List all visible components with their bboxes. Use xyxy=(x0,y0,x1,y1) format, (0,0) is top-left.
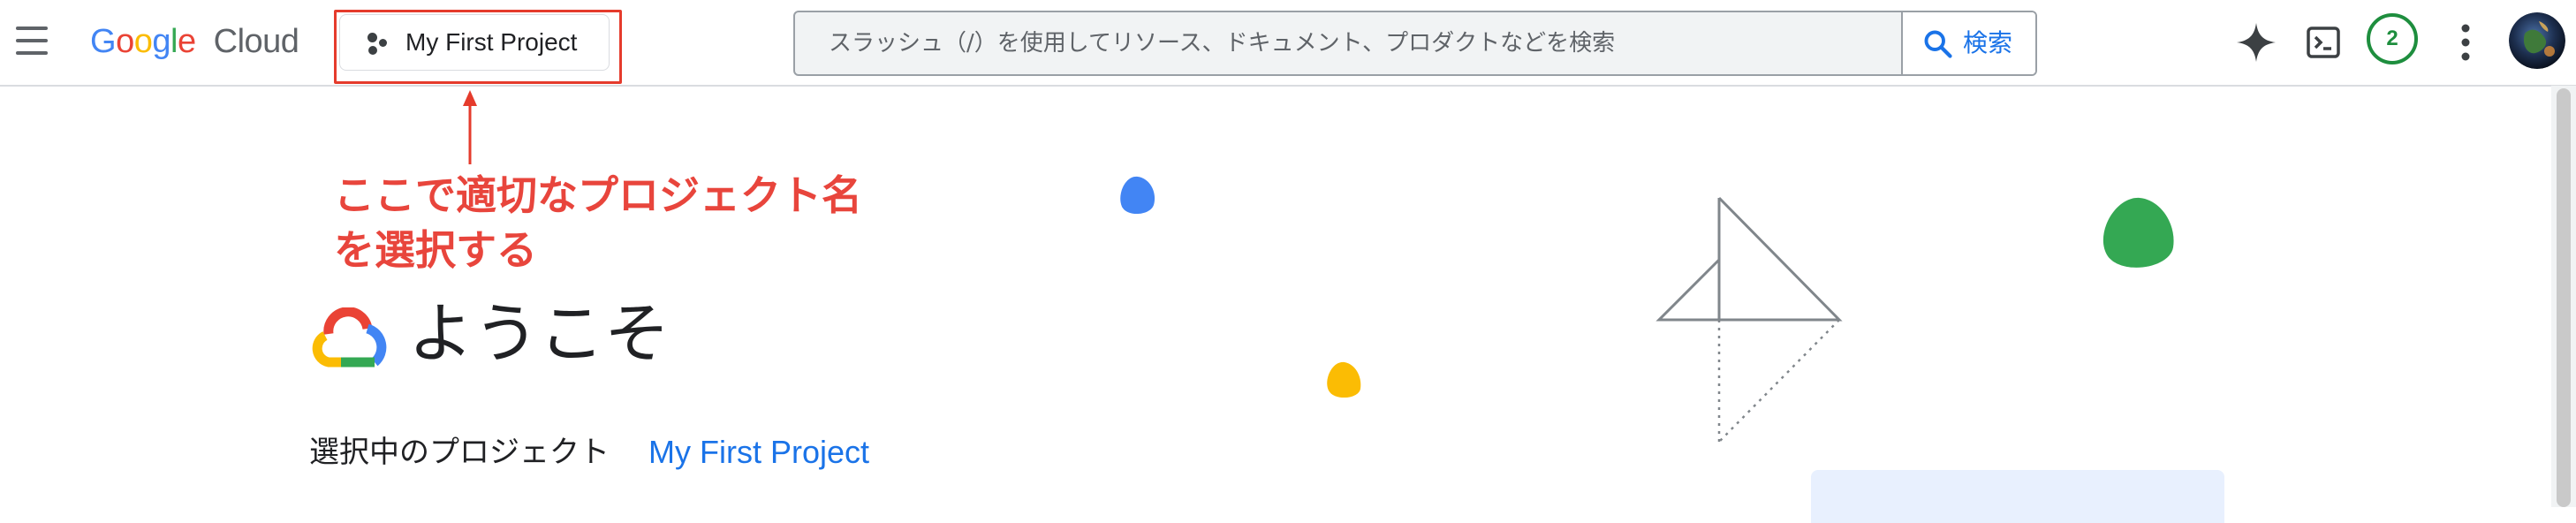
logo-letter: e xyxy=(177,23,196,60)
project-picker-button[interactable]: My First Project xyxy=(339,14,610,71)
logo-letter: o xyxy=(116,23,134,60)
logo-letter: o xyxy=(133,23,153,60)
project-picker-label: My First Project xyxy=(405,28,578,56)
logo-cloud-word: Cloud xyxy=(213,23,299,60)
cloud-shell-icon[interactable] xyxy=(2306,25,2341,60)
annotation-arrow-icon xyxy=(463,90,477,164)
more-vert-icon[interactable] xyxy=(2456,23,2475,62)
notification-count-badge[interactable]: 2 xyxy=(2367,13,2418,64)
gemini-sparkle-icon[interactable] xyxy=(2235,21,2277,64)
selected-project-label: 選択中のプロジェクト xyxy=(309,435,610,470)
google-cloud-logo-icon xyxy=(312,307,387,368)
decorative-blue-blob xyxy=(1120,176,1155,215)
logo-letter: G xyxy=(90,23,117,60)
annotation-line: ここで適切なプロジェクト名 xyxy=(334,171,862,219)
search-button[interactable]: 検索 xyxy=(1901,12,2035,74)
decorative-green-blob xyxy=(2102,197,2174,268)
selected-project-link[interactable]: My First Project xyxy=(648,431,869,474)
scrollbar-thumb[interactable] xyxy=(2557,88,2571,507)
welcome-title: ようこそ xyxy=(408,296,670,372)
annotation-note: ここで適切なプロジェクト名 を選択する xyxy=(334,168,988,277)
menu-icon[interactable] xyxy=(12,21,51,60)
user-avatar[interactable] xyxy=(2509,12,2565,69)
top-navigation-bar: Google Cloud My First Project 検索 xyxy=(0,0,2576,87)
search-icon xyxy=(1924,30,1952,58)
search-input[interactable] xyxy=(795,12,1827,74)
search-button-label: 検索 xyxy=(1963,28,2013,57)
google-cloud-logo[interactable]: Google Cloud xyxy=(90,19,299,64)
logo-letter: l xyxy=(170,23,178,60)
annotation-line: を選択する xyxy=(334,226,537,274)
decorative-yellow-blob xyxy=(1327,361,1361,398)
project-hierarchy-icon xyxy=(365,31,390,56)
info-card xyxy=(1811,470,2224,523)
decorative-paper-plane-icon xyxy=(1655,196,1843,443)
search-bar: 検索 xyxy=(793,11,2037,76)
logo-letter: g xyxy=(152,23,170,60)
